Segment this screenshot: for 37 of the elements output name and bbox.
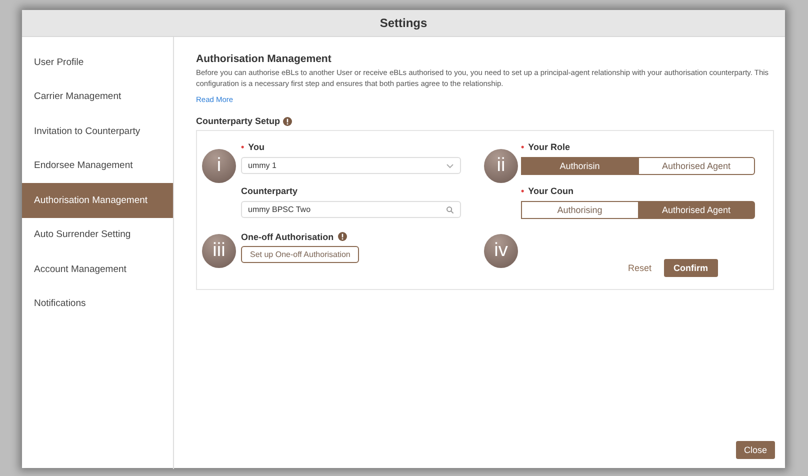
field-label: One-off Authorisation <box>241 232 334 242</box>
callout-marker: i <box>202 149 236 183</box>
segment-option[interactable]: Authorised Agent <box>638 201 755 219</box>
page-heading: Authorisation Management <box>196 53 332 65</box>
section-title: Counterparty Setup <box>196 116 280 126</box>
chevron-down-icon <box>446 162 454 170</box>
sidebar-item[interactable]: Account Management <box>22 252 173 286</box>
one-off-authorisation-button[interactable]: Set up One-off Authorisation <box>241 246 360 263</box>
segment-option[interactable]: Authorisin <box>521 157 638 175</box>
reset-button[interactable]: Reset <box>626 261 654 275</box>
sidebar-item[interactable]: Invitation to Counterparty <box>22 114 173 148</box>
sidebar-item[interactable]: Endorsee Management <box>22 148 173 183</box>
sidebar-item[interactable]: Authorisation Management <box>22 183 173 218</box>
required-mark: • <box>241 142 244 152</box>
sidebar-item[interactable]: Notifications <box>22 286 173 321</box>
field-label: Your Coun <box>528 186 574 196</box>
you-dropdown[interactable]: ummy 1 <box>241 157 461 174</box>
sidebar-item[interactable]: Auto Surrender Setting <box>22 218 173 252</box>
callout-marker: iii <box>202 234 236 268</box>
window-title: Settings <box>380 16 428 30</box>
counterparty-search-field[interactable]: ummy BPSC Two <box>241 201 461 218</box>
confirm-button[interactable]: Confirm <box>664 259 718 277</box>
sidebar-item[interactable]: User Profile <box>22 45 173 80</box>
sidebar-item[interactable]: Carrier Management <box>22 80 173 114</box>
required-mark: • <box>521 142 524 152</box>
search-icon <box>446 206 454 214</box>
segment-option[interactable]: Authorised Agent <box>638 157 755 175</box>
info-icon <box>338 232 347 241</box>
field-label: You <box>248 142 264 152</box>
field-label: Your Role <box>528 142 570 152</box>
info-icon <box>283 116 292 126</box>
callout-marker: iv <box>484 234 518 268</box>
close-button[interactable]: Close <box>736 441 775 459</box>
field-label: Counterparty <box>241 186 298 196</box>
callout-marker: ii <box>484 149 518 183</box>
required-mark: • <box>521 186 524 196</box>
segment-option[interactable]: Authorising <box>521 201 638 219</box>
